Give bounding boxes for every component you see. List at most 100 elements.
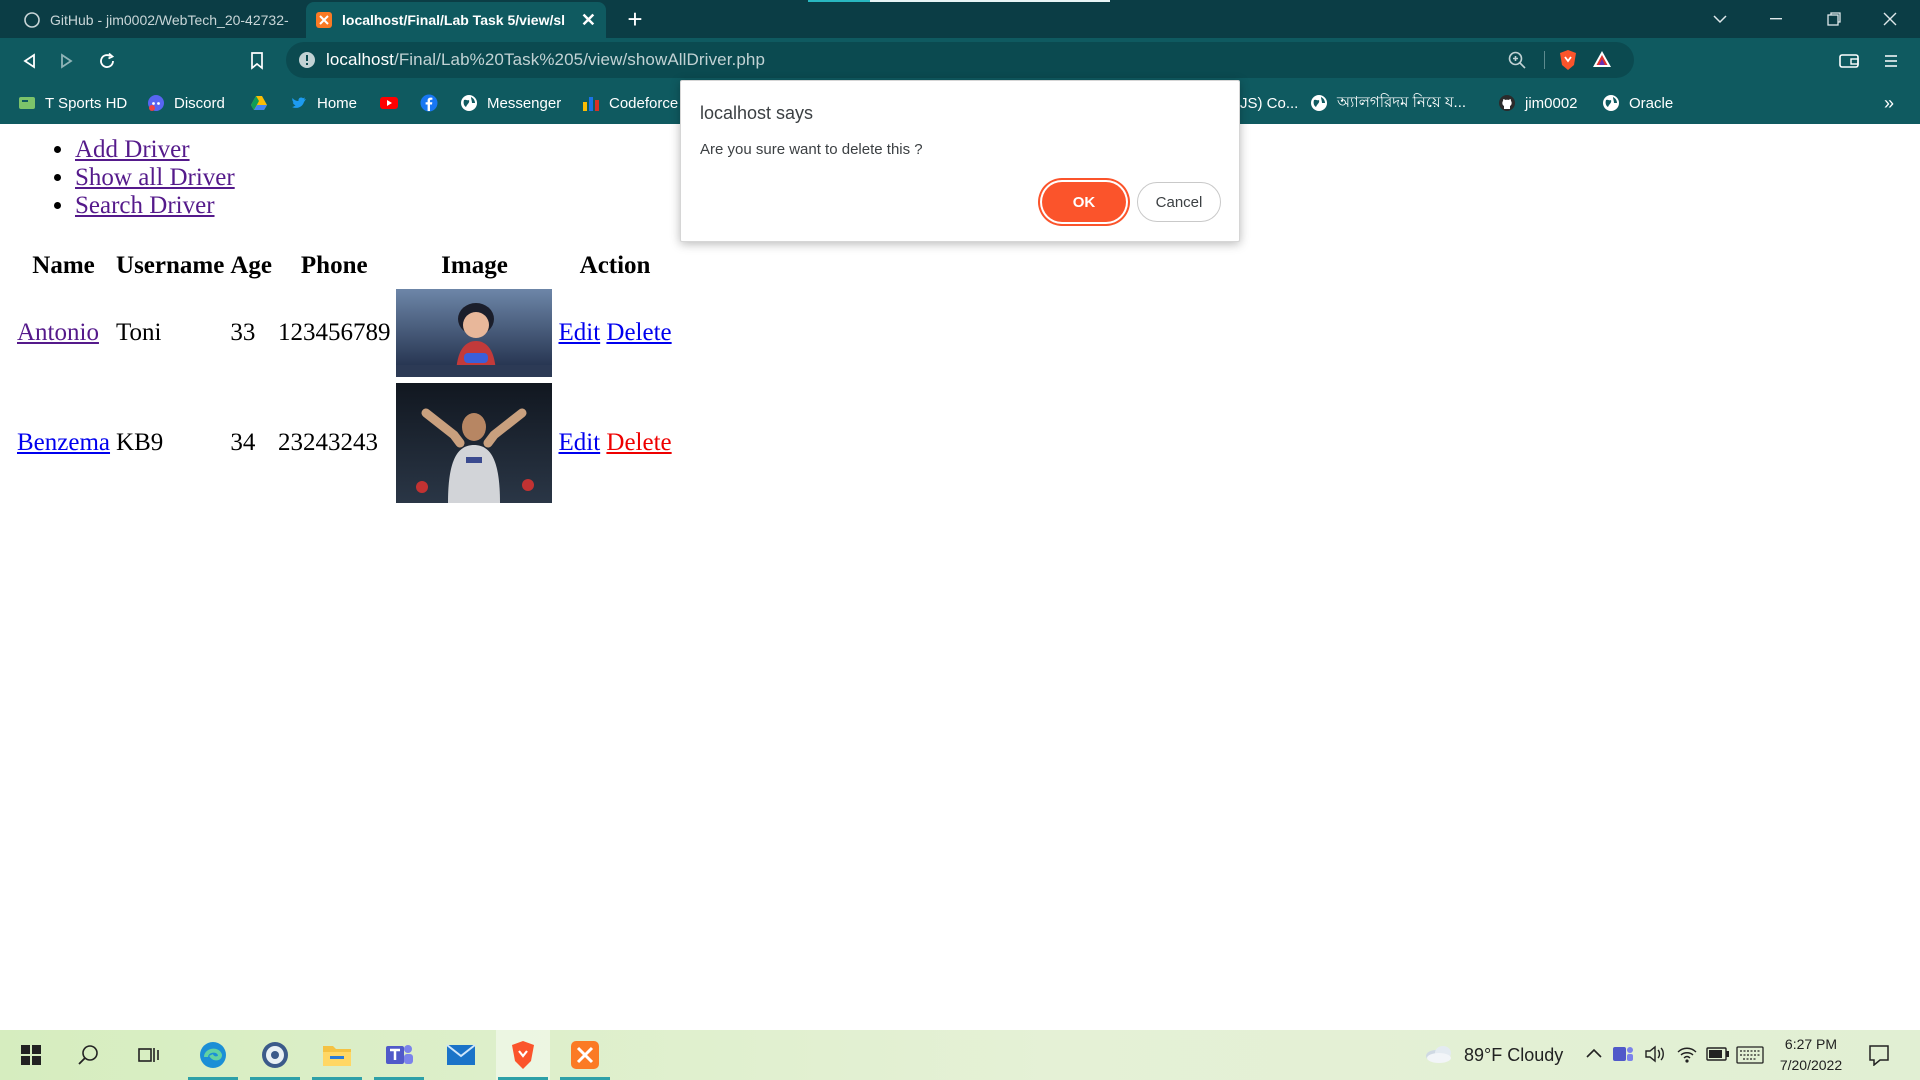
driver-name-link[interactable]: Antonio [17,319,99,346]
tab-github[interactable]: GitHub - jim0002/WebTech_20-42732- [14,2,304,38]
zoom-icon[interactable] [1508,51,1526,69]
url-text[interactable]: localhost/Final/Lab%20Task%205/view/show… [326,50,765,70]
notification-icon[interactable] [1868,1044,1890,1066]
xampp-icon [316,12,332,28]
taskbar-xampp[interactable] [558,1030,612,1080]
column-header-action: Action [579,252,651,279]
bookmark-js-course[interactable]: JS) Co... [1240,82,1298,124]
new-tab-button[interactable]: + [620,4,650,34]
facebook-icon [420,94,438,112]
tab-search-icon[interactable] [1692,0,1748,38]
bookmark-label: Oracle [1629,94,1674,112]
taskbar: 89°F Cloudy 6:27 PM 7/20/2022 [0,1030,1920,1080]
clock-date: 7/20/2022 [1779,1057,1843,1073]
tab-localhost[interactable]: localhost/Final/Lab Task 5/view/sl ✕ [306,2,606,38]
driver-nav: Add Driver Show all Driver Search Driver [22,136,235,220]
start-button[interactable] [4,1030,58,1080]
bookmark-label: Messenger [487,94,562,112]
bookmark-oracle[interactable]: Oracle [1602,82,1673,124]
bookmark-icon[interactable] [242,46,272,76]
bookmark-home[interactable]: Home [290,82,357,124]
brave-rewards-icon[interactable] [1592,50,1612,68]
weather-text[interactable]: 89°F Cloudy [1464,1045,1563,1066]
taskbar-teams[interactable] [372,1030,426,1080]
chevron-up-icon[interactable] [1586,1048,1602,1058]
battery-icon[interactable] [1706,1047,1730,1061]
driver-name-link[interactable]: Benzema [17,429,110,456]
close-window-button[interactable] [1862,0,1918,38]
task-view-button[interactable] [122,1030,176,1080]
bookmark-t-sports[interactable]: T Sports HD [18,82,127,124]
column-header-username: Username [116,252,225,279]
show-all-driver-link[interactable]: Show all Driver [75,164,235,191]
table-header-row: Name Username Age Phone Image Action [14,246,675,286]
address-bar[interactable]: localhost/Final/Lab%20Task%205/view/show… [286,42,1634,78]
wallet-icon[interactable] [1834,46,1864,76]
brave-shield-icon[interactable] [1558,49,1578,71]
ok-button[interactable]: OK [1042,182,1126,222]
browser-toolbar: localhost/Final/Lab%20Task%205/view/show… [0,38,1920,82]
cell-name: Antonio [14,286,113,380]
add-driver-link[interactable]: Add Driver [75,136,190,163]
wifi-icon[interactable] [1676,1044,1698,1064]
teams-tray-icon[interactable] [1612,1044,1634,1064]
bookmark-codeforces[interactable]: Codeforce [582,82,678,124]
cancel-button[interactable]: Cancel [1137,182,1221,222]
bookmark-facebook[interactable] [420,82,447,124]
delete-link[interactable]: Delete [606,319,671,346]
edit-link[interactable]: Edit [558,429,600,456]
dialog-message: Are you sure want to delete this ? [700,141,923,158]
forward-button[interactable] [52,46,82,76]
bookmark-discord[interactable]: Discord [147,82,225,124]
bookmark-algorithm[interactable]: অ্যালগরিদম নিয়ে য... [1310,82,1466,124]
bookmark-jim0002[interactable]: jim0002 [1498,82,1578,124]
delete-link[interactable]: Delete [606,429,671,456]
taskbar-mail[interactable] [434,1030,488,1080]
back-button[interactable] [14,46,44,76]
menu-icon[interactable] [1876,46,1906,76]
cell-age: 33 [230,319,256,346]
cell-action: Edit Delete [555,380,674,506]
bookmark-label: T Sports HD [45,94,128,112]
bookmark-label: jim0002 [1525,94,1578,112]
mail-icon [446,1044,476,1065]
bookmark-google-drive[interactable] [250,82,277,124]
search-driver-link[interactable]: Search Driver [75,192,215,219]
windows-icon [21,1045,41,1065]
dialog-title: localhost says [700,103,814,123]
taskbar-chrome-app[interactable] [248,1030,302,1080]
taskbar-brave[interactable] [496,1030,550,1080]
driver-photo [396,383,553,503]
cell-name: Benzema [14,380,113,506]
nav-item: Show all Driver [75,164,235,192]
globe-icon [1603,95,1619,111]
speaker-icon[interactable] [1644,1044,1666,1064]
search-button[interactable] [62,1030,116,1080]
cell-image [393,286,555,380]
cell-username: KB9 [116,429,164,456]
cell-username: Toni [116,319,162,346]
bookmark-label: Codeforce [609,94,679,112]
task-view-icon [138,1048,159,1062]
reload-button[interactable] [92,46,122,76]
search-icon [78,1045,98,1065]
clock[interactable]: 6:27 PM 7/20/2022 [1768,1034,1854,1076]
youtube-icon [380,97,398,109]
tab-strip: GitHub - jim0002/WebTech_20-42732- local… [0,0,1920,38]
site-info-icon[interactable] [298,51,316,69]
restore-button[interactable] [1806,0,1862,38]
bookmarks-overflow-button[interactable]: » [1884,82,1894,124]
taskbar-edge[interactable] [186,1030,240,1080]
loading-indicator-track [870,0,1110,2]
minimize-button[interactable] [1748,0,1804,38]
discord-icon [148,95,164,111]
close-tab-icon[interactable]: ✕ [581,10,596,31]
confirm-dialog: localhost says Are you sure want to dele… [680,80,1240,242]
cell-phone: 23243243 [277,429,378,456]
bookmark-youtube[interactable] [380,82,407,124]
taskbar-file-explorer[interactable] [310,1030,364,1080]
cloudy-weather-icon [1426,1046,1451,1063]
bookmark-messenger[interactable]: Messenger [460,82,561,124]
keyboard-icon[interactable] [1736,1046,1764,1064]
edit-link[interactable]: Edit [558,319,600,346]
